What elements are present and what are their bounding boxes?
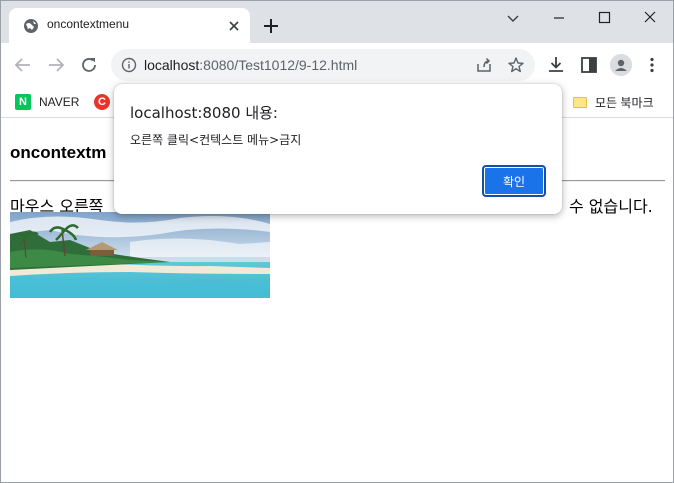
all-bookmarks-folder[interactable]: 모든 북마크 — [573, 93, 654, 111]
alert-dialog: localhost:8080 내용: 오른쪽 클릭<컨텍스트 메뉴>금지 확인 — [114, 84, 562, 214]
all-bookmarks-label: 모든 북마크 — [595, 95, 654, 110]
new-tab-icon[interactable] — [261, 16, 281, 36]
url-path: :8080/Test1012/9-12.html — [199, 57, 358, 73]
info-icon[interactable] — [121, 57, 137, 73]
beach-image — [10, 212, 270, 298]
naver-icon: N — [15, 94, 31, 110]
globe-icon — [24, 19, 38, 33]
download-icon[interactable] — [545, 54, 567, 76]
tab-strip: oncontextmenu — [1, 1, 673, 43]
side-panel-icon[interactable] — [578, 54, 600, 76]
menu-kebab-icon[interactable] — [641, 54, 663, 76]
c-logo-icon: C — [94, 94, 110, 110]
tab-search-icon[interactable] — [502, 7, 524, 29]
beach-picture — [10, 212, 270, 298]
profile-avatar[interactable] — [610, 54, 632, 76]
page-heading: oncontextm — [10, 143, 107, 162]
bookmark-star-icon[interactable] — [507, 56, 525, 74]
share-icon[interactable] — [475, 56, 493, 74]
folder-icon — [573, 96, 587, 108]
close-tab-icon[interactable] — [226, 18, 242, 34]
toolbar: localhost:8080/Test1012/9-12.html — [1, 43, 673, 87]
back-icon[interactable] — [12, 54, 34, 76]
bookmark-label: NAVER — [39, 95, 80, 109]
bookmark-c[interactable]: C — [94, 93, 110, 111]
tab-title: oncontextmenu — [47, 17, 130, 31]
minimize-icon[interactable] — [548, 7, 570, 29]
forward-icon[interactable] — [45, 54, 67, 76]
dialog-title: localhost:8080 내용: — [130, 104, 278, 122]
reload-icon[interactable] — [78, 54, 100, 76]
dialog-message: 오른쪽 클릭<컨텍스트 메뉴>금지 — [130, 133, 302, 147]
page-paragraph-right: 수 없습니다. — [569, 197, 653, 216]
tab-oncontextmenu[interactable]: oncontextmenu — [9, 8, 250, 43]
browser-window: oncontextmenu localhost:8080/Test1012/9-… — [0, 0, 674, 483]
url-host: localhost — [144, 57, 200, 73]
close-window-icon[interactable] — [639, 7, 661, 29]
ok-button[interactable]: 확인 — [482, 165, 546, 197]
address-bar[interactable]: localhost:8080/Test1012/9-12.html — [111, 49, 535, 81]
url-text[interactable]: localhost:8080/Test1012/9-12.html — [144, 57, 357, 73]
profile-icon — [610, 54, 632, 76]
maximize-icon[interactable] — [593, 7, 615, 29]
bookmark-naver[interactable]: N NAVER — [15, 93, 79, 111]
